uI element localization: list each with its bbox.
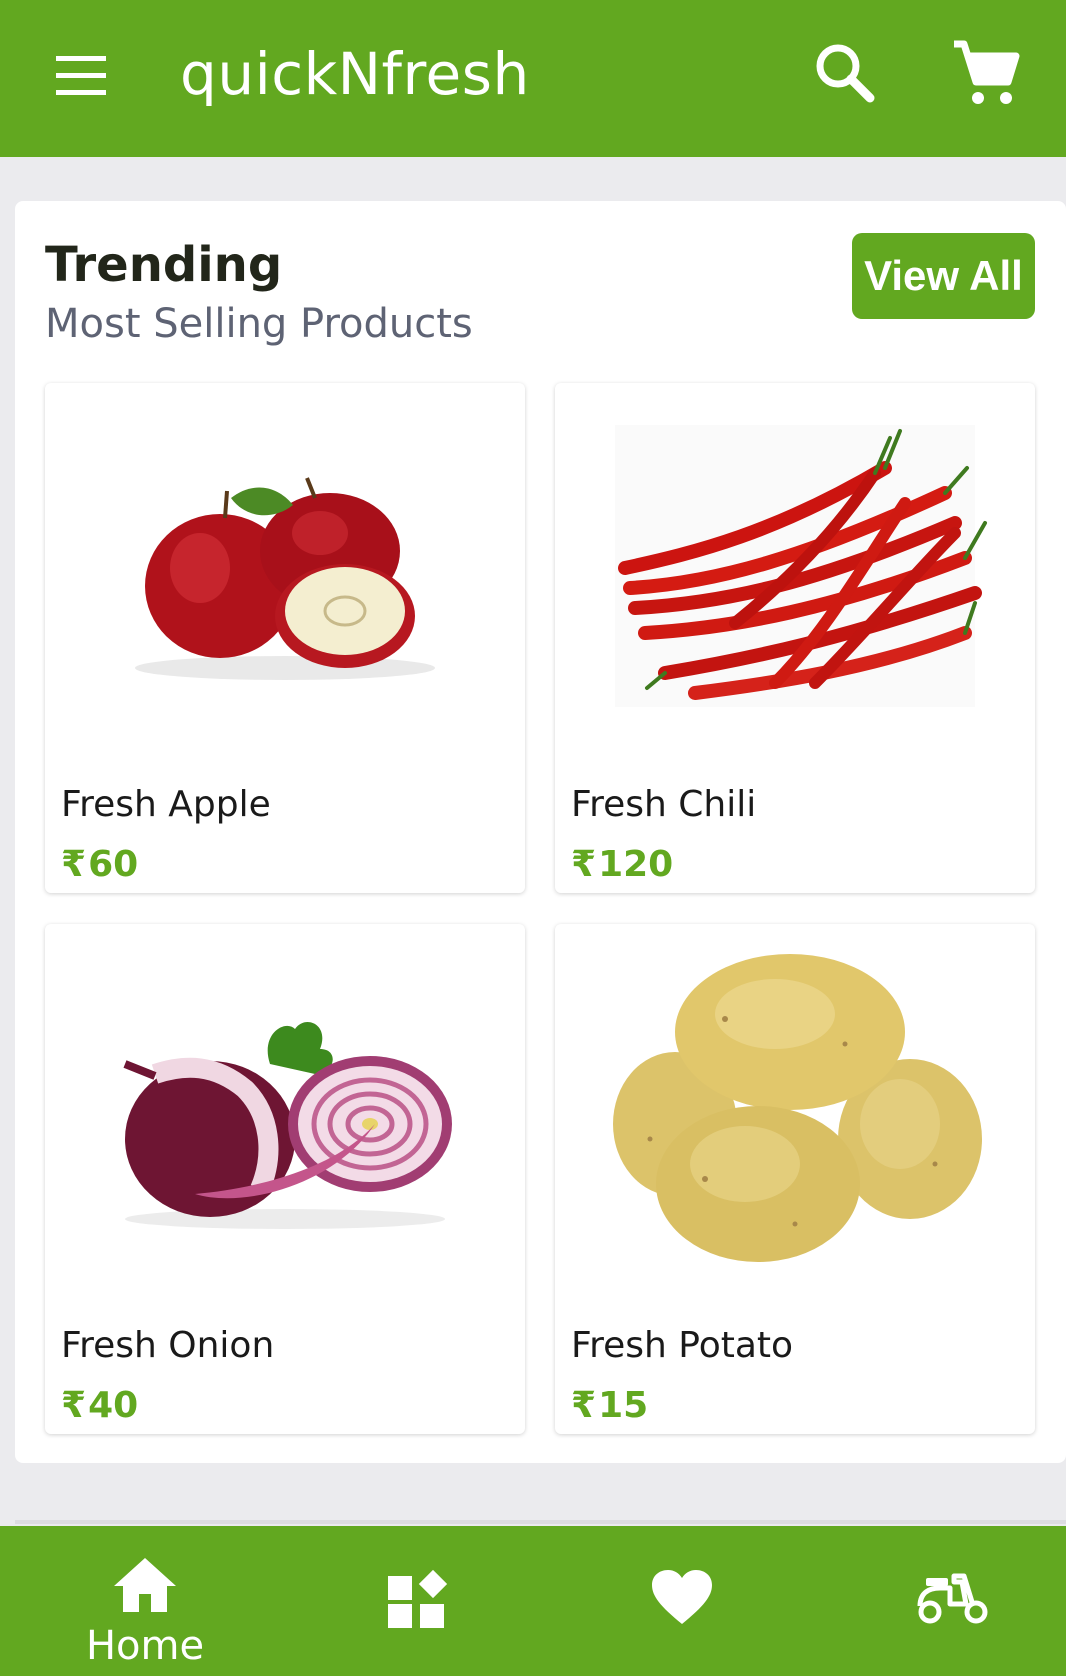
product-price: ₹120 [571, 845, 673, 885]
product-card[interactable]: Fresh Onion ₹40 [45, 924, 525, 1434]
potato-image [613, 954, 982, 1262]
product-name: Fresh Potato [571, 1325, 794, 1366]
nav-categories[interactable] [370, 1526, 470, 1676]
currency-symbol: ₹ [61, 844, 87, 885]
product-card[interactable]: Fresh Potato ₹15 [555, 924, 1035, 1434]
product-card[interactable]: Fresh Apple ₹60 [45, 383, 525, 893]
app-title: quickNfresh [180, 40, 530, 108]
cart-button[interactable] [950, 38, 1020, 108]
product-name: Fresh Onion [61, 1325, 275, 1366]
apple-image [135, 477, 435, 680]
home-icon [114, 1558, 176, 1612]
menu-icon [56, 56, 106, 95]
product-name: Fresh Apple [61, 784, 271, 825]
section-subheading: Most Selling Products [45, 301, 473, 347]
trending-section: Trending Most Selling Products View All … [15, 201, 1066, 1463]
product-price: ₹15 [571, 1386, 648, 1426]
product-card[interactable]: Fresh Chili ₹120 [555, 383, 1035, 893]
chili-image [615, 425, 987, 707]
price-value: 120 [598, 844, 674, 885]
view-all-button[interactable]: View All [852, 233, 1035, 319]
heart-icon [652, 1570, 712, 1624]
price-value: 60 [88, 844, 139, 885]
menu-button[interactable] [50, 44, 118, 104]
nav-orders[interactable] [900, 1526, 1000, 1676]
section-divider [15, 1520, 1066, 1524]
product-name: Fresh Chili [571, 784, 757, 825]
app-bar: quickNfresh [0, 0, 1066, 157]
onion-image [123, 1021, 452, 1229]
currency-symbol: ₹ [571, 844, 597, 885]
nav-favorites[interactable] [634, 1526, 734, 1676]
delivery-scooter-icon [917, 1573, 988, 1624]
nav-home-label: Home [85, 1623, 205, 1669]
price-value: 15 [598, 1385, 649, 1426]
price-value: 40 [88, 1385, 139, 1426]
categories-icon [388, 1569, 448, 1628]
section-heading: Trending [45, 237, 283, 293]
bottom-navigation: Home [0, 1526, 1066, 1676]
cart-icon [954, 40, 1020, 104]
product-price: ₹40 [61, 1386, 138, 1426]
currency-symbol: ₹ [571, 1385, 597, 1426]
search-button[interactable] [812, 40, 876, 104]
nav-home[interactable]: Home [60, 1526, 230, 1676]
product-price: ₹60 [61, 845, 138, 885]
search-icon [816, 44, 875, 103]
currency-symbol: ₹ [61, 1385, 87, 1426]
